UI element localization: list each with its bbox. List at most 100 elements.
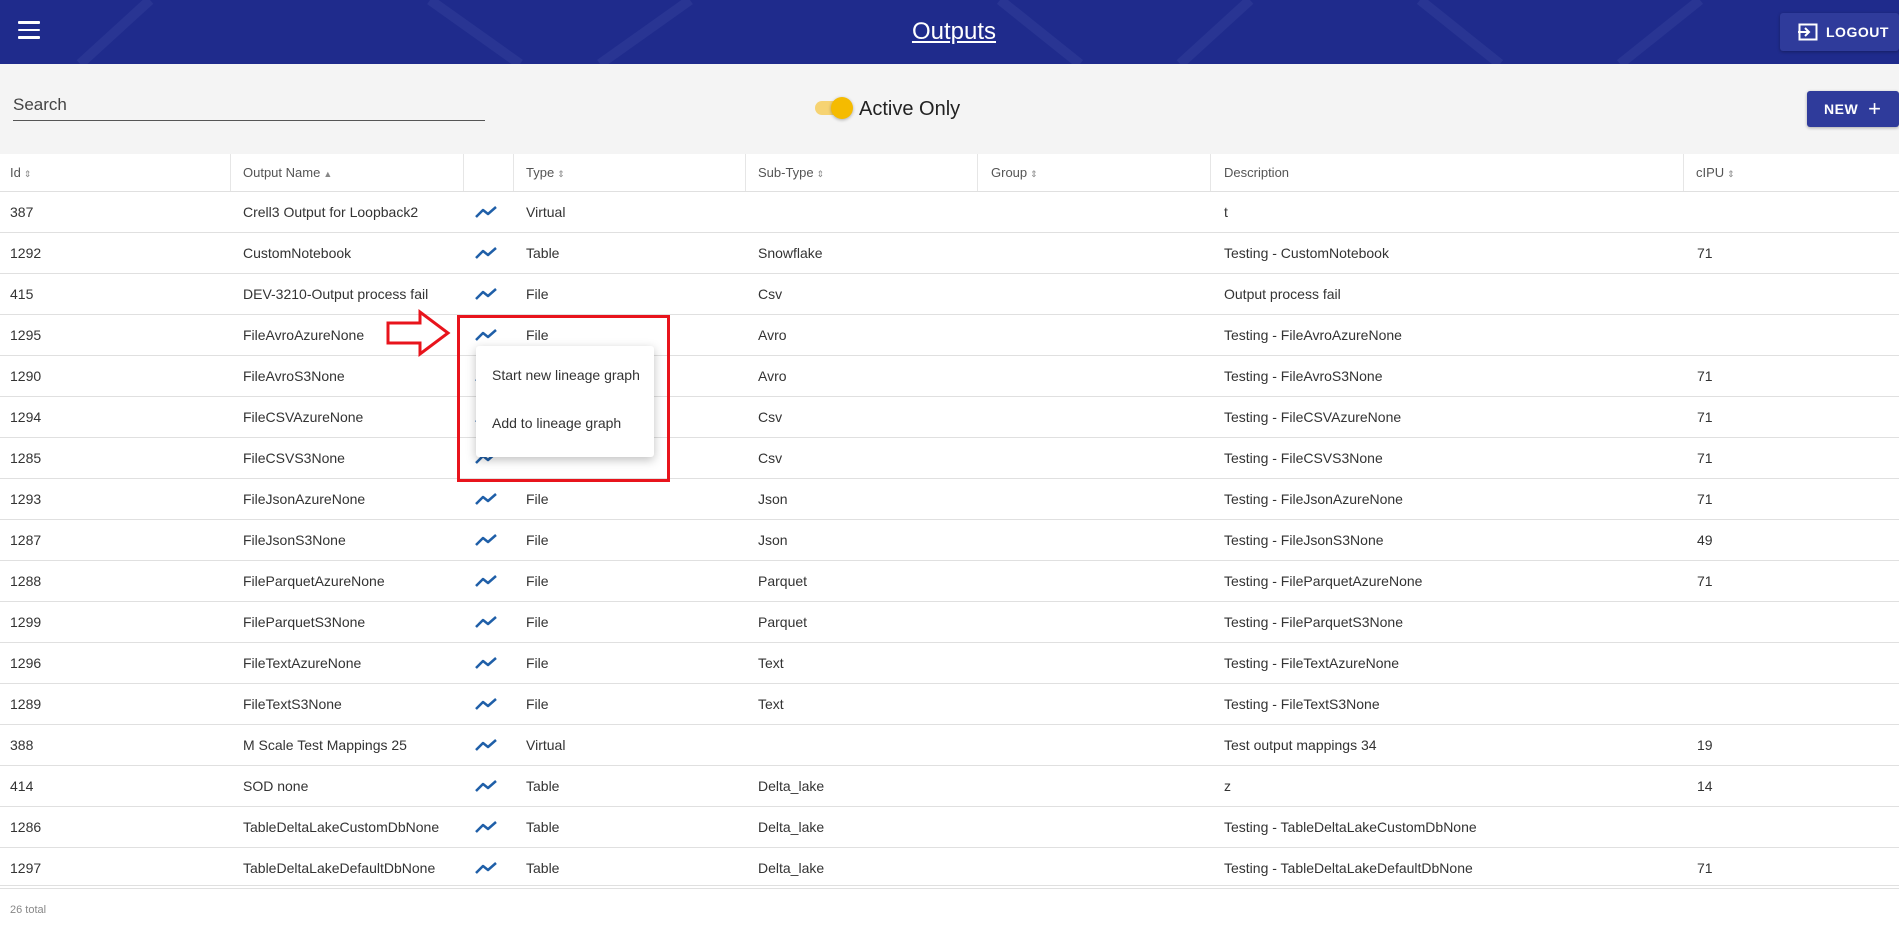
- table-row[interactable]: 415 DEV-3210-Output process fail File Csv Ou…: [0, 274, 1899, 315]
- cell-id: 1292: [10, 245, 42, 261]
- page-title[interactable]: Outputs: [0, 18, 1899, 46]
- trend-line-icon[interactable]: [474, 819, 498, 835]
- cell-subtype: Csv: [758, 450, 783, 466]
- col-id-header[interactable]: Id ⇕: [0, 154, 231, 191]
- col-type-header[interactable]: Type ⇕: [514, 154, 746, 191]
- cell-subtype: Text: [758, 655, 784, 671]
- active-only-toggle[interactable]: [815, 97, 853, 119]
- cell-id: 1297: [10, 860, 42, 876]
- col-name-header[interactable]: Output Name ▲: [231, 154, 464, 191]
- cell-output-name: FileJsonAzureNone: [243, 491, 366, 507]
- logout-button[interactable]: LOGOUT: [1780, 13, 1899, 51]
- table-row[interactable]: 1295 FileAvroAzureNone File Avro Testing - F…: [0, 315, 1899, 356]
- cell-output-name: M Scale Test Mappings 25: [243, 737, 407, 753]
- cell-output-name: FileAvroAzureNone: [243, 327, 365, 343]
- cell-id: 1299: [10, 614, 42, 630]
- table-row[interactable]: 414 SOD none Table Delta_lake z 14: [0, 766, 1899, 807]
- col-icon-header: [464, 154, 514, 191]
- table-row[interactable]: 1286 TableDeltaLakeCustomDbNone Table Delta…: [0, 807, 1899, 848]
- red-arrow-icon: [386, 309, 451, 357]
- cell-output-name: CustomNotebook: [243, 245, 352, 261]
- cell-description: Testing - FileParquetAzureNone: [1224, 573, 1423, 589]
- cell-output-name: SOD none: [243, 778, 309, 794]
- table-row[interactable]: 1289 FileTextS3None File Text Testing - File…: [0, 684, 1899, 725]
- trend-line-icon[interactable]: [474, 532, 498, 548]
- toolbar: Active Only NEW +: [0, 64, 1899, 154]
- table-row[interactable]: 1297 TableDeltaLakeDefaultDbNone Table Delt…: [0, 848, 1899, 889]
- sort-icon: ⇕: [1030, 169, 1038, 179]
- cell-description: Testing - FileCSVAzureNone: [1224, 409, 1402, 425]
- trend-line-icon[interactable]: [474, 737, 498, 753]
- cell-id: 1293: [10, 491, 42, 507]
- cell-cipu: 71: [1697, 491, 1713, 507]
- table-row[interactable]: 1296 FileTextAzureNone File Text Testing - F…: [0, 643, 1899, 684]
- cell-type: File: [526, 573, 549, 589]
- cell-type: Table: [526, 860, 560, 876]
- table-row[interactable]: 1290 FileAvroS3None Avro Testing - FileAvro…: [0, 356, 1899, 397]
- trend-line-icon[interactable]: [474, 696, 498, 712]
- cell-subtype: Delta_lake: [758, 819, 825, 835]
- cell-output-name: FileJsonS3None: [243, 532, 346, 548]
- table-row[interactable]: 387 Crell3 Output for Loopback2 Virtual t: [0, 192, 1899, 233]
- search-input[interactable]: [13, 92, 485, 118]
- table-row[interactable]: 1288 FileParquetAzureNone File Parquet Testi…: [0, 561, 1899, 602]
- col-group-header[interactable]: Group ⇕: [978, 154, 1211, 191]
- cell-output-name: FileTextS3None: [243, 696, 342, 712]
- trend-line-icon[interactable]: [474, 614, 498, 630]
- cell-cipu: 49: [1697, 532, 1713, 548]
- col-cipu-header[interactable]: cIPU ⇕: [1684, 154, 1899, 191]
- trend-line-icon[interactable]: [474, 286, 498, 302]
- table-row[interactable]: 1285 FileCSVS3None Csv Testing - FileCSVS3N…: [0, 438, 1899, 479]
- total-count: 26 total: [10, 904, 47, 916]
- col-subtype-header[interactable]: Sub-Type ⇕: [746, 154, 978, 191]
- table-row[interactable]: 1294 FileCSVAzureNone Csv Testing - FileCSV…: [0, 397, 1899, 438]
- trend-line-icon[interactable]: [474, 245, 498, 261]
- cell-description: Test output mappings 34: [1224, 737, 1377, 753]
- trend-line-icon[interactable]: [474, 573, 498, 589]
- plus-icon: +: [1868, 96, 1882, 121]
- cell-type: File: [526, 491, 549, 507]
- outputs-table: Id ⇕ Output Name ▲ Type ⇕ Sub-Type ⇕ Group ⇕ …: [0, 154, 1899, 889]
- trend-line-icon[interactable]: [474, 204, 498, 220]
- table-row[interactable]: 1292 CustomNotebook Table Snowflake Testing …: [0, 233, 1899, 274]
- cell-cipu: 71: [1697, 368, 1713, 384]
- sort-up-icon: ▲: [323, 169, 333, 179]
- cell-cipu: 71: [1697, 409, 1713, 425]
- cell-subtype: Delta_lake: [758, 778, 825, 794]
- trend-line-icon[interactable]: [474, 655, 498, 671]
- table-header: Id ⇕ Output Name ▲ Type ⇕ Sub-Type ⇕ Group ⇕ …: [0, 154, 1899, 192]
- trend-line-icon[interactable]: [474, 778, 498, 794]
- cell-id: 414: [10, 778, 34, 794]
- cell-cipu: 14: [1697, 778, 1713, 794]
- table-row[interactable]: 1287 FileJsonS3None File Json Testing - File…: [0, 520, 1899, 561]
- cell-id: 1296: [10, 655, 42, 671]
- sort-icon: ⇕: [1727, 169, 1735, 179]
- cell-cipu: 71: [1697, 245, 1713, 261]
- new-label: NEW: [1824, 101, 1859, 117]
- table-row[interactable]: 388 M Scale Test Mappings 25 Virtual Test o…: [0, 725, 1899, 766]
- search-field[interactable]: [13, 92, 485, 121]
- cell-subtype: Text: [758, 696, 784, 712]
- cell-output-name: FileParquetS3None: [243, 614, 366, 630]
- cell-output-name: FileAvroS3None: [243, 368, 345, 384]
- table-row[interactable]: 1293 FileJsonAzureNone File Json Testing - F…: [0, 479, 1899, 520]
- cell-description: Testing - FileTextS3None: [1224, 696, 1380, 712]
- cell-description: Testing - TableDeltaLakeDefaultDbNone: [1224, 860, 1473, 876]
- sort-icon: ⇕: [816, 169, 825, 179]
- new-button[interactable]: NEW +: [1807, 91, 1899, 127]
- table-row[interactable]: 1299 FileParquetS3None File Parquet Testing …: [0, 602, 1899, 643]
- cell-subtype: Delta_lake: [758, 860, 825, 876]
- table-footer: 26 total: [0, 885, 1899, 925]
- app-header: Outputs LOGOUT: [0, 0, 1899, 64]
- trend-line-icon[interactable]: [474, 860, 498, 876]
- cell-description: Testing - FileCSVS3None: [1224, 450, 1383, 466]
- cell-description: Testing - FileTextAzureNone: [1224, 655, 1400, 671]
- cell-output-name: FileCSVAzureNone: [243, 409, 364, 425]
- cell-type: File: [526, 532, 549, 548]
- cell-type: Table: [526, 778, 560, 794]
- cell-output-name: FileCSVS3None: [243, 450, 345, 466]
- col-description-header[interactable]: Description: [1211, 154, 1684, 191]
- cell-type: Virtual: [526, 204, 566, 220]
- trend-line-icon[interactable]: [474, 491, 498, 507]
- cell-cipu: 71: [1697, 573, 1713, 589]
